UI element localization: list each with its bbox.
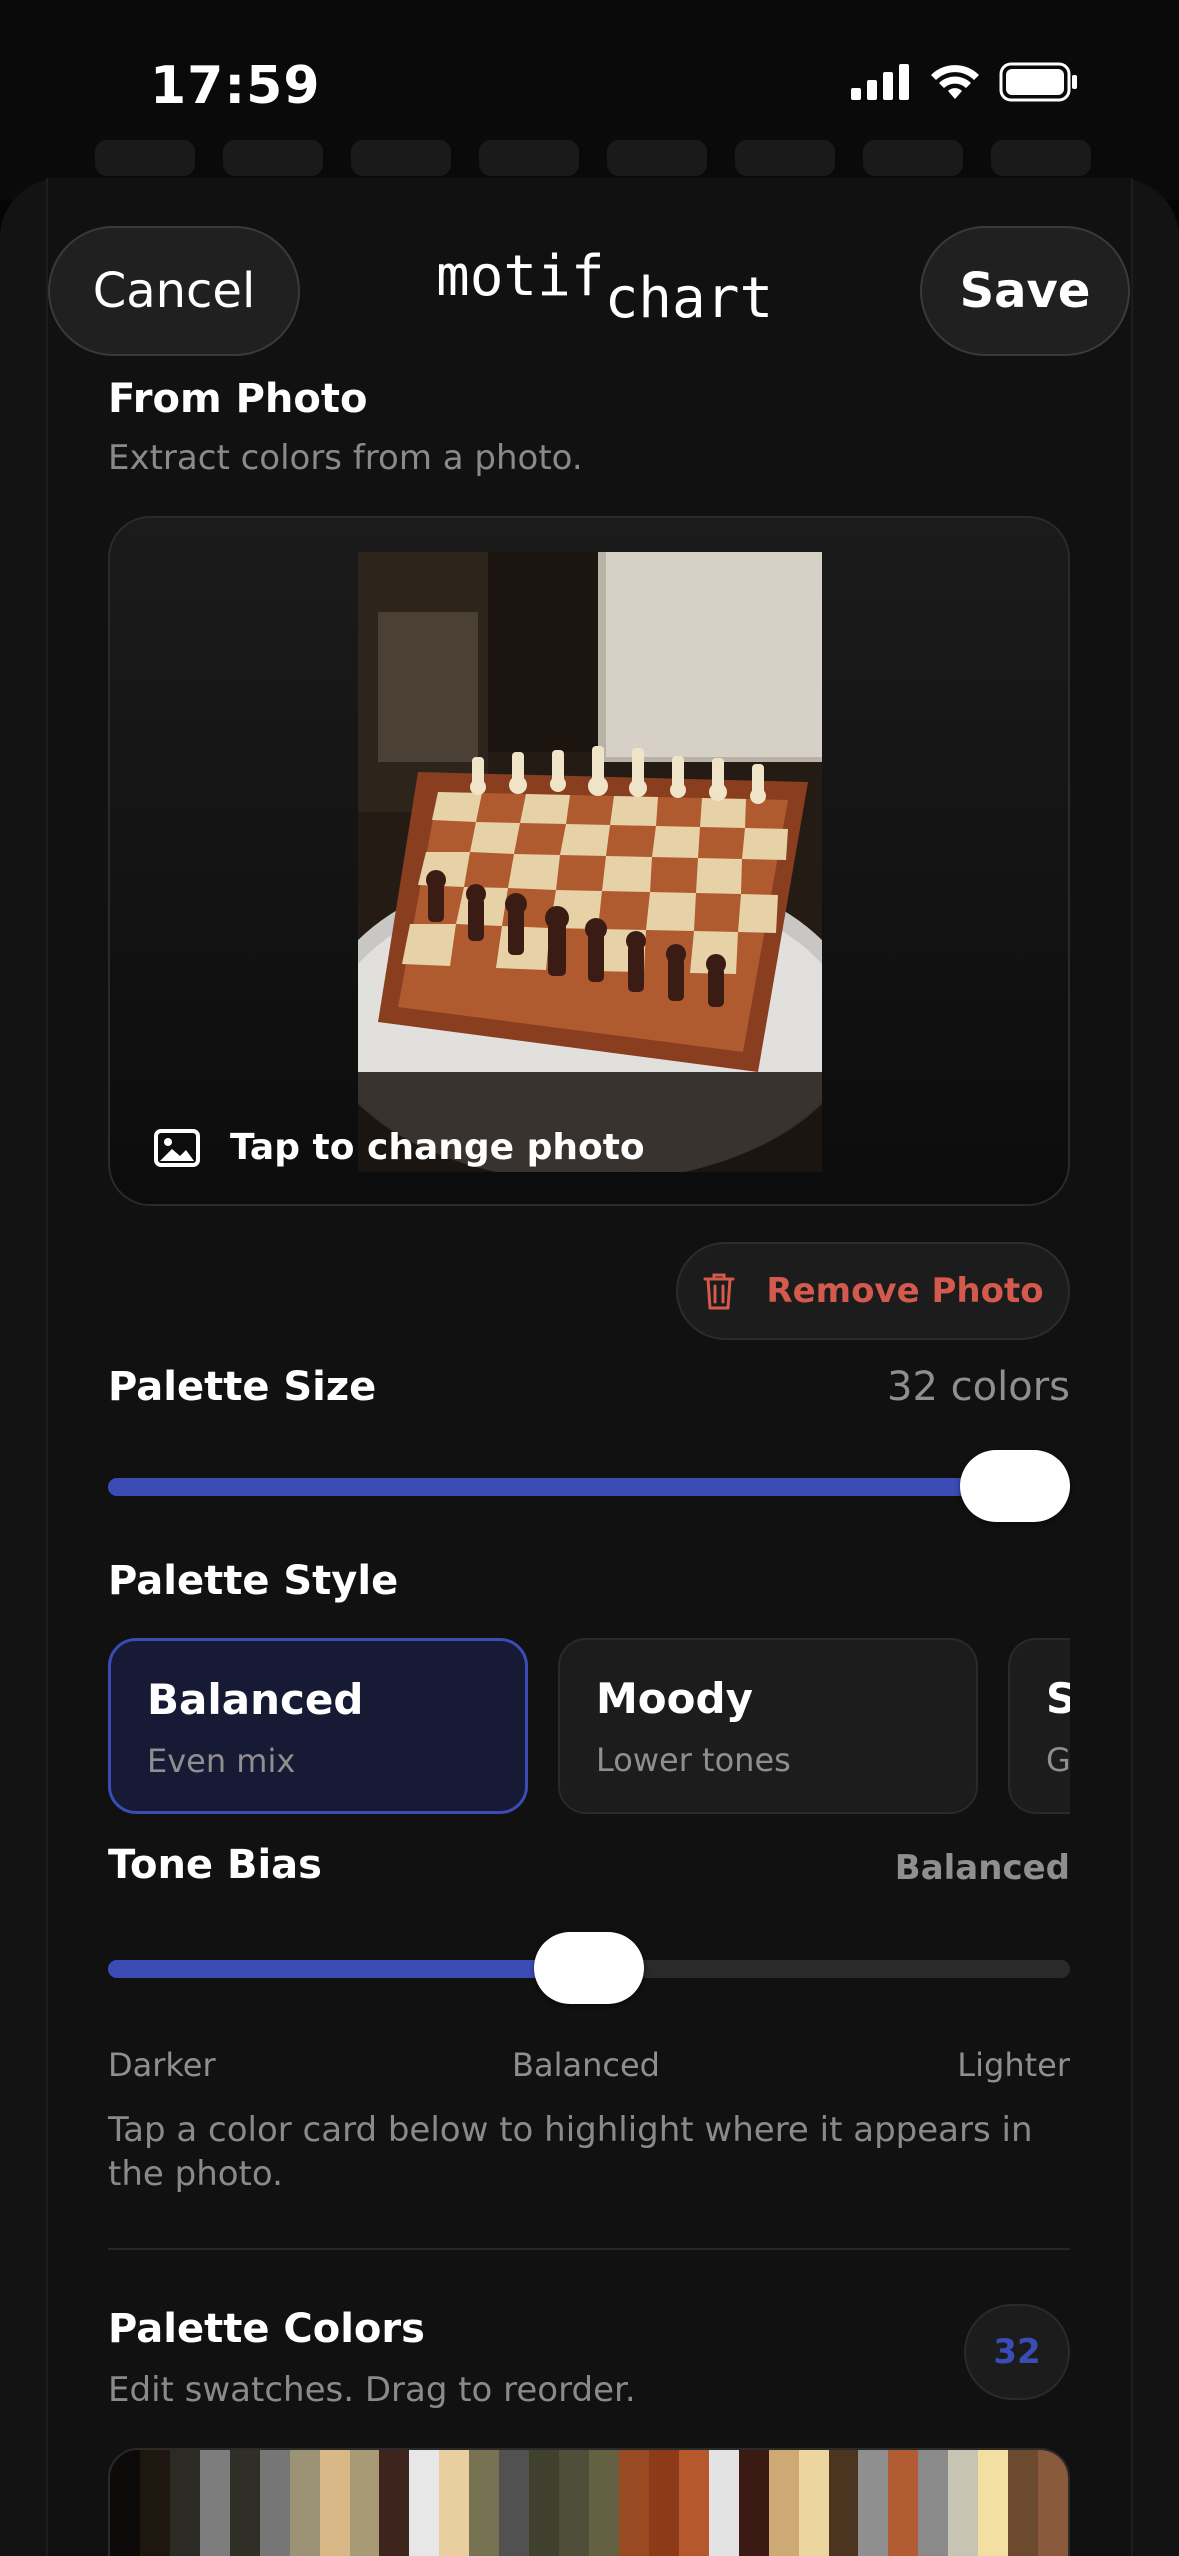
palette-size-value: 32 colors <box>887 1364 1070 1410</box>
palette-colors-title: Palette Colors <box>108 2306 425 2352</box>
palette-swatch[interactable] <box>888 2450 919 2556</box>
tone-bias-thumb[interactable] <box>534 1932 644 2004</box>
tone-bias-slider[interactable] <box>108 1932 1070 2004</box>
palette-swatch[interactable] <box>529 2450 560 2556</box>
status-time: 17:59 <box>150 56 321 116</box>
style-option-title: Moody <box>596 1674 753 1723</box>
palette-swatch[interactable] <box>229 2450 260 2556</box>
palette-swatch[interactable] <box>948 2450 979 2556</box>
cancel-button[interactable]: Cancel <box>48 226 300 356</box>
palette-style-label: Palette Style <box>108 1558 399 1604</box>
tone-bias-value: Balanced <box>894 1848 1070 1888</box>
palette-swatch[interactable] <box>499 2450 530 2556</box>
style-option-balanced[interactable]: Balanced Even mix <box>108 1638 528 1814</box>
battery-icon <box>999 62 1077 102</box>
style-option-title: Balanced <box>147 1675 364 1724</box>
from-photo-subtitle: Extract colors from a photo. <box>108 438 583 478</box>
palette-swatch[interactable] <box>918 2450 949 2556</box>
palette-swatch[interactable] <box>589 2450 619 2556</box>
app-logo: motifchart <box>436 244 773 331</box>
palette-swatch[interactable] <box>1008 2450 1039 2556</box>
palette-swatch[interactable] <box>169 2450 200 2556</box>
palette-swatch[interactable] <box>379 2450 410 2556</box>
logo-motif: motif <box>436 244 605 309</box>
palette-swatch-strip[interactable] <box>108 2448 1070 2556</box>
logo-chart: chart <box>604 266 774 331</box>
palette-size-label: Palette Size <box>108 1364 377 1410</box>
remove-photo-button[interactable]: Remove Photo <box>676 1242 1070 1340</box>
style-option-subtitle: Lower tones <box>596 1741 791 1779</box>
palette-size-fill <box>108 1478 1070 1496</box>
wifi-icon <box>931 65 979 99</box>
trash-icon <box>703 1273 735 1310</box>
palette-swatch[interactable] <box>768 2450 799 2556</box>
palette-swatch[interactable] <box>469 2450 500 2556</box>
palette-swatch[interactable] <box>738 2450 769 2556</box>
palette-swatch[interactable] <box>439 2450 470 2556</box>
palette-swatch[interactable] <box>289 2450 320 2556</box>
save-button[interactable]: Save <box>920 226 1130 356</box>
palette-swatch[interactable] <box>798 2450 829 2556</box>
tick-balanced: Balanced <box>512 2046 660 2084</box>
palette-swatch[interactable] <box>139 2450 170 2556</box>
palette-swatch[interactable] <box>618 2450 649 2556</box>
tone-bias-label: Tone Bias <box>108 1842 322 1888</box>
palette-swatch[interactable] <box>349 2450 380 2556</box>
style-option-subtitle: Even mix <box>147 1742 296 1780</box>
tone-bias-fill <box>108 1960 589 1978</box>
palette-swatch[interactable] <box>559 2450 589 2556</box>
palette-style-options: Balanced Even mix Moody Lower tones S G <box>108 1638 1070 1816</box>
palette-swatch[interactable] <box>110 2450 140 2556</box>
tick-lighter: Lighter <box>957 2046 1070 2084</box>
from-photo-title: From Photo <box>108 376 368 422</box>
status-bar: 17:59 <box>0 0 1179 170</box>
change-photo-button[interactable]: Tap to change photo <box>154 1127 645 1168</box>
photo-card[interactable]: Tap to change photo <box>108 516 1070 1206</box>
remove-photo-label: Remove Photo <box>766 1271 1044 1311</box>
palette-swatch[interactable] <box>199 2450 230 2556</box>
style-option-moody[interactable]: Moody Lower tones <box>558 1638 978 1814</box>
image-icon <box>154 1128 200 1167</box>
palette-size-slider[interactable] <box>108 1450 1070 1522</box>
style-option-title: S <box>1046 1674 1070 1723</box>
chessboard-photo <box>358 552 822 1172</box>
palette-swatch[interactable] <box>409 2450 440 2556</box>
change-photo-label: Tap to change photo <box>230 1127 645 1168</box>
palette-swatch[interactable] <box>978 2450 1009 2556</box>
palette-swatch[interactable] <box>678 2450 709 2556</box>
palette-swatch[interactable] <box>708 2450 739 2556</box>
palette-swatch[interactable] <box>858 2450 889 2556</box>
highlight-hint: Tap a color card below to highlight wher… <box>108 2110 1033 2194</box>
palette-swatch[interactable] <box>259 2450 290 2556</box>
section-divider <box>108 2248 1070 2250</box>
status-icons <box>851 62 1079 102</box>
palette-count-badge: 32 <box>964 2304 1070 2400</box>
style-option-subtitle: G <box>1046 1741 1070 1779</box>
palette-swatch[interactable] <box>828 2450 859 2556</box>
palette-colors-subtitle: Edit swatches. Drag to reorder. <box>108 2370 636 2410</box>
palette-size-thumb[interactable] <box>960 1450 1070 1522</box>
palette-swatch[interactable] <box>648 2450 679 2556</box>
tick-darker: Darker <box>108 2046 216 2084</box>
palette-swatch[interactable] <box>1038 2450 1068 2556</box>
palette-swatch[interactable] <box>319 2450 350 2556</box>
style-option-third[interactable]: S G <box>1008 1638 1070 1814</box>
cellular-signal-icon <box>851 64 909 100</box>
